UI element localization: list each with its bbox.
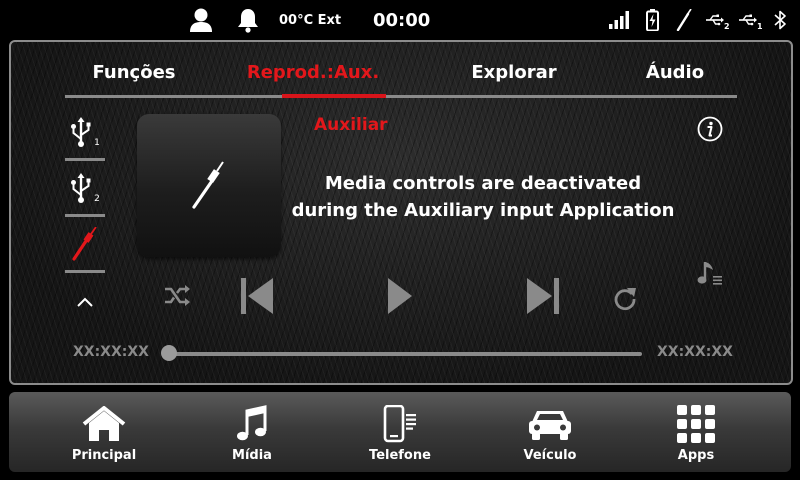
source-aux-button[interactable] — [63, 222, 107, 266]
tab-audio[interactable]: Áudio — [627, 58, 723, 86]
tab-reprod-aux[interactable]: Reprod.:Aux. — [243, 58, 383, 86]
aux-album-art — [137, 114, 281, 257]
status-bar: 00°C Ext 00:00 2 1 — [0, 0, 800, 40]
shuffle-button[interactable] — [161, 280, 193, 312]
source-usb-1-number: 1 — [94, 138, 100, 148]
aux-cable-icon — [676, 0, 692, 40]
profile-icon[interactable] — [189, 0, 213, 40]
usb-icon — [71, 117, 91, 147]
outside-temperature: 00°C Ext — [279, 12, 342, 28]
home-icon — [49, 404, 159, 444]
dock-veiculo-label: Veículo — [523, 448, 577, 463]
repeat-icon — [614, 288, 636, 311]
bottom-dock: Principal Mídia Telefone Veículo Apps — [9, 392, 791, 472]
tab-divider — [65, 95, 737, 98]
usb-2-status-number: 2 — [724, 21, 730, 31]
dock-apps-label: Apps — [677, 448, 715, 463]
dock-midia-button[interactable]: Mídia — [197, 392, 307, 472]
dock-midia-label: Mídia — [232, 448, 272, 463]
dock-veiculo-button[interactable]: Veículo — [495, 392, 605, 472]
aux-jack-icon — [72, 227, 97, 261]
playlist-button[interactable] — [695, 258, 725, 288]
music-note-icon — [197, 404, 307, 444]
media-disabled-message: Media controls are deactivated during th… — [291, 170, 675, 224]
usb-icon — [71, 173, 91, 203]
clock: 00:00 — [373, 9, 431, 31]
tab-funcoes[interactable]: Funções — [75, 58, 193, 86]
source-usb-1-button[interactable]: 1 — [63, 110, 107, 154]
source-separator — [65, 158, 105, 161]
progress-track[interactable] — [169, 352, 642, 356]
source-separator — [65, 214, 105, 217]
shuffle-icon — [165, 285, 190, 306]
play-icon — [388, 278, 412, 314]
remaining-time: XX:XX:XX — [657, 344, 733, 360]
elapsed-time: XX:XX:XX — [73, 344, 149, 360]
battery-charging-icon — [646, 0, 659, 40]
previous-track-button[interactable] — [239, 276, 275, 316]
media-panel: Funções Reprod.:Aux. Explorar Áudio 1 2 — [9, 40, 793, 385]
car-icon — [495, 404, 605, 444]
dock-principal-label: Principal — [71, 448, 137, 463]
source-title: Auxiliar — [314, 115, 388, 135]
phone-icon — [345, 404, 455, 444]
bluetooth-icon — [774, 0, 788, 40]
apps-grid-icon — [641, 404, 751, 444]
info-button[interactable] — [697, 116, 723, 142]
usb-2-status-icon: 2 — [706, 0, 730, 40]
info-icon — [697, 116, 723, 142]
aux-jack-icon — [192, 160, 224, 209]
chevron-up-icon — [77, 297, 93, 307]
dock-telefone-label: Telefone — [369, 448, 431, 463]
repeat-button[interactable] — [609, 282, 641, 314]
tab-explorar[interactable]: Explorar — [459, 58, 569, 86]
usb-1-status-icon: 1 — [739, 0, 763, 40]
progress-handle[interactable] — [161, 345, 177, 361]
skip-next-icon — [527, 278, 559, 314]
dock-principal-button[interactable]: Principal — [49, 392, 159, 472]
dock-telefone-button[interactable]: Telefone — [345, 392, 455, 472]
source-list-collapse-button[interactable] — [63, 280, 107, 324]
skip-previous-icon — [241, 278, 273, 314]
active-tab-indicator — [282, 94, 386, 98]
source-separator — [65, 270, 105, 273]
usb-1-status-number: 1 — [757, 21, 763, 31]
signal-strength-icon — [609, 0, 631, 40]
source-usb-2-button[interactable]: 2 — [63, 166, 107, 210]
message-line-1: Media controls are deactivated — [324, 173, 642, 194]
music-note-list-icon — [697, 262, 722, 285]
play-button[interactable] — [385, 276, 415, 316]
message-line-2: during the Auxiliary input Application — [291, 200, 675, 221]
notification-bell-icon[interactable] — [237, 0, 259, 40]
next-track-button[interactable] — [525, 276, 561, 316]
source-usb-2-number: 2 — [94, 194, 100, 204]
dock-apps-button[interactable]: Apps — [641, 392, 751, 472]
